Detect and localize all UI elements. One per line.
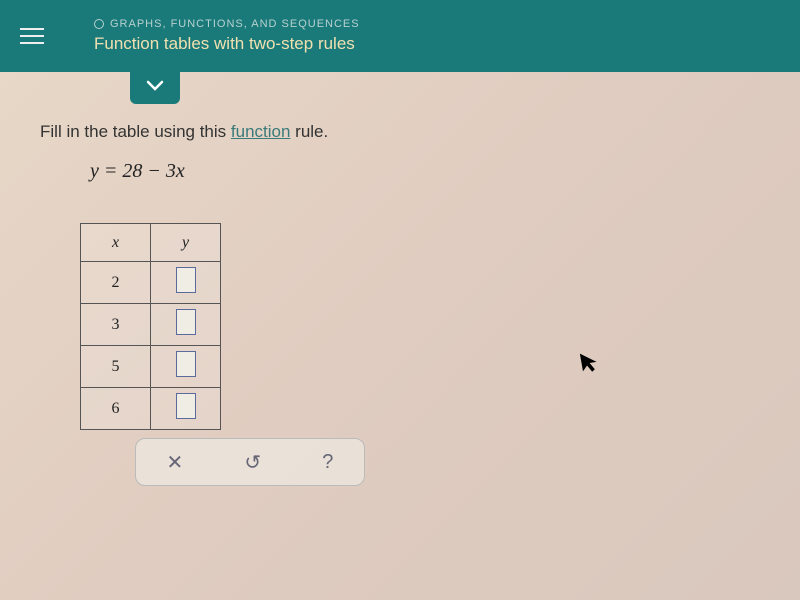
y-input[interactable] bbox=[176, 309, 196, 335]
chevron-down-icon bbox=[146, 79, 164, 97]
y-input[interactable] bbox=[176, 267, 196, 293]
function-table-wrap: x y 2 3 5 6 ✕ ↺ ? bbox=[80, 223, 760, 486]
col-header-y: y bbox=[151, 224, 221, 262]
content-area: Fill in the table using this function ru… bbox=[0, 72, 800, 506]
instruction-text: Fill in the table using this function ru… bbox=[40, 122, 760, 142]
y-cell bbox=[151, 304, 221, 346]
table-row: 6 bbox=[81, 388, 221, 430]
function-link[interactable]: function bbox=[231, 122, 291, 141]
function-table: x y 2 3 5 6 bbox=[80, 223, 221, 430]
instruction-suffix: rule. bbox=[290, 122, 328, 141]
col-header-x: x bbox=[81, 224, 151, 262]
y-cell bbox=[151, 262, 221, 304]
circle-icon bbox=[94, 19, 104, 29]
app-header: GRAPHS, FUNCTIONS, AND SEQUENCES Functio… bbox=[0, 0, 800, 72]
answer-toolbar: ✕ ↺ ? bbox=[135, 438, 365, 486]
equation: y = 28 − 3x bbox=[90, 160, 760, 183]
table-row: 2 bbox=[81, 262, 221, 304]
reset-button[interactable]: ↺ bbox=[234, 446, 271, 479]
x-cell: 6 bbox=[81, 388, 151, 430]
page-title: Function tables with two-step rules bbox=[94, 34, 360, 54]
x-cell: 5 bbox=[81, 346, 151, 388]
table-row: 5 bbox=[81, 346, 221, 388]
breadcrumb-label: GRAPHS, FUNCTIONS, AND SEQUENCES bbox=[110, 18, 360, 30]
dropdown-tab[interactable] bbox=[130, 72, 180, 104]
breadcrumb: GRAPHS, FUNCTIONS, AND SEQUENCES bbox=[94, 18, 360, 30]
table-header-row: x y bbox=[81, 224, 221, 262]
header-text-block: GRAPHS, FUNCTIONS, AND SEQUENCES Functio… bbox=[94, 18, 360, 54]
menu-icon[interactable] bbox=[20, 28, 44, 44]
y-cell bbox=[151, 346, 221, 388]
y-input[interactable] bbox=[176, 393, 196, 419]
x-cell: 3 bbox=[81, 304, 151, 346]
help-button[interactable]: ? bbox=[312, 447, 343, 478]
x-cell: 2 bbox=[81, 262, 151, 304]
y-input[interactable] bbox=[176, 351, 196, 377]
clear-button[interactable]: ✕ bbox=[157, 446, 194, 479]
y-cell bbox=[151, 388, 221, 430]
table-row: 3 bbox=[81, 304, 221, 346]
instruction-prefix: Fill in the table using this bbox=[40, 122, 231, 141]
